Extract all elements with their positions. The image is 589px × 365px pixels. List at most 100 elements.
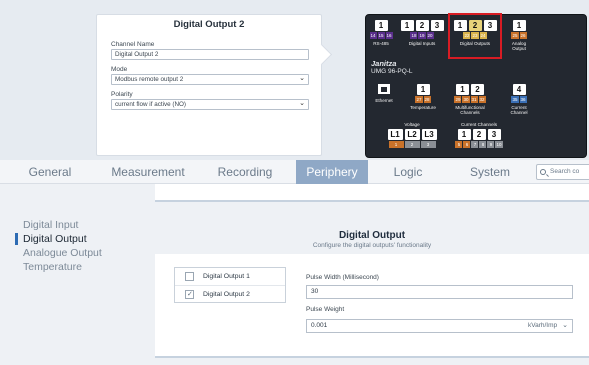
pin-label: 5 [455,141,463,148]
pin-label: 15 [377,32,385,39]
pin-label: 19 [418,32,426,39]
tab-logic[interactable]: Logic [368,160,448,184]
pin-label: 28 [423,96,431,103]
terminal-number: 1 [400,20,414,31]
pin-label: 14 [369,32,377,39]
tab-measurement[interactable]: Measurement [100,160,196,184]
sidebar-item-digital-input[interactable]: Digital Input [0,218,145,232]
sidebar-item-temperature[interactable]: Temperature [0,260,145,274]
pin-label: 36 [519,96,527,103]
sidebar-item-digital-output[interactable]: Digital Output [0,232,145,246]
terminal-number: 1 [456,84,469,95]
group-caption: Voltage [404,122,420,127]
periphery-sidebar: Digital Input Digital Output Analogue Ou… [0,218,145,274]
terminal-number: 1 [512,20,526,31]
pin-label: 2 [404,141,420,148]
current-channels-group[interactable]: Current Channels 1 2 3 5 6 7 8 9 10 [450,122,508,148]
output-checkbox[interactable] [185,272,194,281]
terminal-number: L2 [404,129,420,140]
pin-label: 30 [462,96,470,103]
output-checkbox[interactable] [185,286,194,303]
voltage-group[interactable]: Voltage L1 L2 L3 1 2 3 [386,122,438,148]
device-brand: Janitza UMG 96-PQ-L [371,60,413,76]
pin-label: 35 [511,96,519,103]
digital-output-panel: Digital Output Configure the digital out… [155,226,589,358]
terminal-number: 1 [416,84,430,95]
terminal-number: 2 [472,129,486,140]
pulse-weight-input[interactable]: 0.001 kVarh/Imp ⌄ [306,319,573,333]
chevron-down-icon: ⌄ [562,322,568,329]
channel-name-label: Channel Name [111,41,155,48]
pin-label: 1 [388,141,404,148]
pin-label: 31 [470,96,478,103]
terminal-number: 2 [471,84,484,95]
device-model: UMG 96-PQ-L [371,68,413,75]
pulse-weight-unit-select[interactable]: kVarh/Imp ⌄ [528,320,568,332]
group-caption: Analog Output [511,41,527,51]
panel-title: Digital Output [338,230,406,241]
list-item[interactable]: Digital Output 2 [175,285,285,303]
brand-name: Janitza [371,59,397,68]
rs485-group[interactable]: 1 14 15 16 RS-485 [369,20,393,46]
tab-recording[interactable]: Recording [196,160,294,184]
channel-name-value: Digital Output 2 [115,51,159,58]
search-icon [540,169,546,175]
pin-label: 18 [410,32,418,39]
ethernet-group[interactable]: Ethernet [371,84,397,103]
group-caption: Current Channel [510,105,528,115]
terminal-number: L1 [387,129,403,140]
tab-general[interactable]: General [0,160,100,184]
terminal-number: 3 [487,129,501,140]
terminal-number: 1 [374,20,388,31]
pulse-width-value: 30 [311,288,319,295]
pin-label: 8 [479,141,487,148]
mode-label: Mode [111,66,128,73]
selection-highlight [448,13,502,59]
pin-label: 32 [478,96,486,103]
analog-output-group[interactable]: 1 25 26 Analog Output [505,20,533,51]
popup-title: Digital Output 2 [173,19,245,30]
pin-label: 29 [454,96,462,103]
pin-label: 20 [426,32,434,39]
polarity-value: current flow if active (NO) [115,101,187,108]
terminal-number: 4 [512,84,526,95]
pin-label: 26 [519,32,527,39]
pulse-weight-label: Pulse Weight [306,306,345,313]
terminal-number: L3 [421,129,437,140]
polarity-select[interactable]: current flow if active (NO) ⌄ [111,99,309,110]
pulse-weight-value: 0.001 [311,322,328,329]
config-area: Digital Output 2 Channel Name Digital Ou… [0,0,589,160]
mode-value: Modbus remote output 2 [115,76,184,83]
output-label: Digital Output 1 [203,273,250,280]
group-caption: Temperature [410,105,436,110]
terminal-number: 3 [430,20,444,31]
pin-label: 27 [415,96,423,103]
digital-inputs-group[interactable]: 1 2 3 18 19 20 Digital Inputs [398,20,446,46]
pin-label: 9 [487,141,495,148]
mode-select[interactable]: Modbus remote output 2 ⌄ [111,74,309,85]
chevron-down-icon: ⌄ [299,100,305,107]
polarity-label: Polarity [111,91,133,98]
multifunctional-group[interactable]: 1 2 29 30 31 32 Multifunctional Channels [450,84,490,115]
pulse-width-input[interactable]: 30 [306,285,573,299]
channel-config-popup: Digital Output 2 Channel Name Digital Ou… [96,14,322,156]
tab-system[interactable]: System [448,160,532,184]
unit-label: kVarh/Imp [527,322,558,329]
current-channel-group[interactable]: 4 35 36 Current Channel [505,84,533,115]
list-item[interactable]: Digital Output 1 [175,268,285,285]
pin-label: 10 [495,141,503,148]
sidebar-item-analogue-output[interactable]: Analogue Output [0,246,145,260]
group-caption: Ethernet [375,98,393,103]
panel-header: Digital Output Configure the digital out… [155,226,589,254]
channel-name-input[interactable]: Digital Output 2 [111,49,309,60]
group-caption: Current Channels [460,122,497,127]
pin-label: 6 [463,141,471,148]
pin-label: 25 [511,32,519,39]
pin-label: 16 [385,32,393,39]
search-input[interactable]: Search co [536,164,589,180]
tab-periphery[interactable]: Periphery [296,160,368,184]
temperature-group[interactable]: 1 27 28 Temperature [408,84,438,110]
search-placeholder: Search co [550,168,580,175]
output-label: Digital Output 2 [203,291,250,298]
pulse-width-label: Pulse Width (Millisecond) [306,274,379,281]
